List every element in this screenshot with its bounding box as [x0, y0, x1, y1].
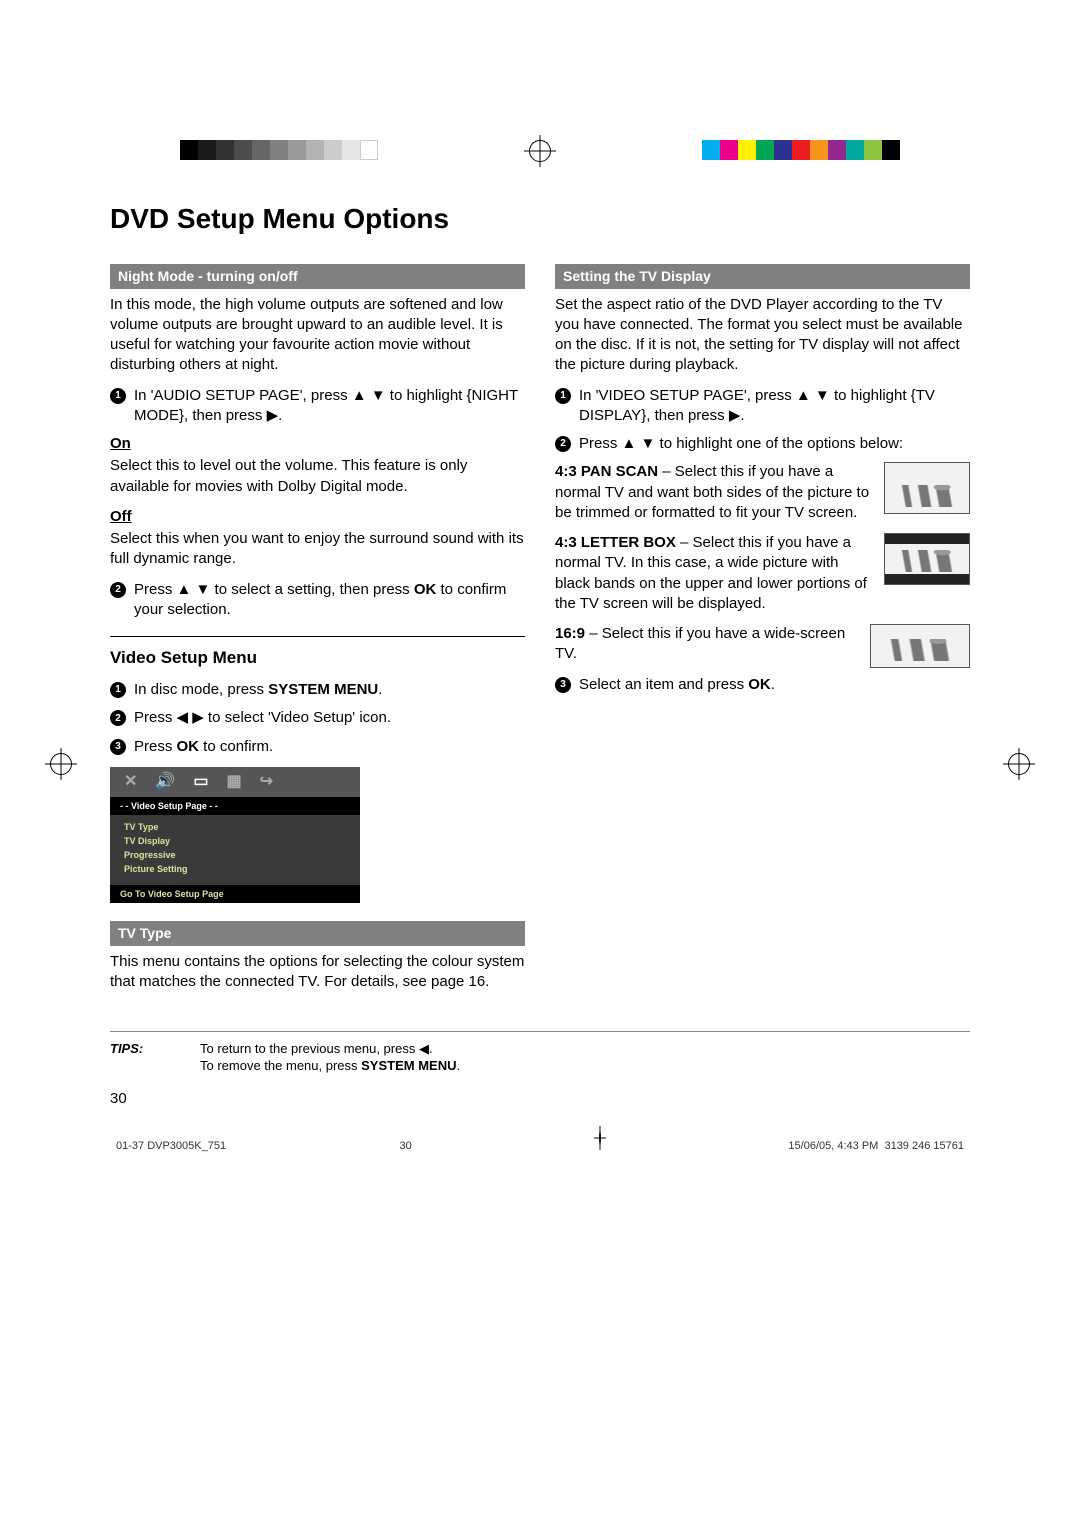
tvd3-a: Select an item and press	[579, 676, 748, 693]
tips1-a: To return to the previous menu, press	[200, 1041, 419, 1056]
night-step-2: 2 Press ▲ ▼ to select a setting, then pr…	[110, 580, 525, 621]
menu-body: TV Type TV Display Progressive Picture S…	[110, 815, 360, 885]
tvd3-b: .	[771, 676, 775, 693]
letterbox-illustration	[884, 533, 970, 585]
on-label: On	[110, 434, 525, 454]
exit-icon: ↪	[260, 771, 273, 793]
tvdisp-step-3: 3 Select an item and press OK.	[555, 675, 970, 695]
footer-file: 01-37 DVP3005K_751	[116, 1139, 226, 1154]
tools-icon: ✕	[124, 771, 137, 793]
letterbox-block: 4:3 LETTER BOX – Select this if you have…	[555, 533, 970, 624]
dash: –	[676, 534, 693, 551]
crosshair-bottom	[599, 1131, 601, 1146]
arrow-updown-icon: ▲ ▼	[352, 387, 386, 404]
tips2-a: To remove the menu, press	[200, 1058, 361, 1073]
vs1-a: In disc mode, press	[134, 681, 268, 698]
system-menu-label: SYSTEM MENU	[361, 1058, 456, 1073]
step-badge-1: 1	[555, 388, 571, 404]
wide-illustration	[870, 624, 970, 668]
off-text: Select this when you want to enjoy the s…	[110, 529, 525, 570]
grid-icon: ▦	[226, 771, 241, 793]
night-mode-intro: In this mode, the high volume outputs ar…	[110, 295, 525, 376]
section-tv-type: TV Type	[110, 921, 525, 946]
page-number: 30	[110, 1089, 970, 1109]
arrow-leftright-icon: ◀ ▶	[177, 709, 204, 726]
section-night-mode: Night Mode - turning on/off	[110, 264, 525, 289]
right-column: Setting the TV Display Set the aspect ra…	[555, 260, 970, 1003]
vs2-a: Press	[134, 709, 177, 726]
tv-type-text: This menu contains the options for selec…	[110, 952, 525, 993]
arrow-updown-icon: ▲ ▼	[177, 581, 211, 598]
tvd2-b: to highlight one of the options below:	[655, 435, 903, 452]
tips1-b: .	[429, 1041, 433, 1056]
menu-footer: Go To Video Setup Page	[110, 885, 360, 903]
footer-mid: 30	[399, 1139, 411, 1154]
video-step-3: 3 Press OK to confirm.	[110, 737, 525, 757]
tips-row: TIPS: To return to the previous menu, pr…	[110, 1031, 970, 1075]
vs3-a: Press	[134, 738, 177, 755]
vs1-c: .	[378, 681, 382, 698]
ok-label: OK	[748, 676, 771, 693]
footer-code: 3139 246 15761	[884, 1140, 964, 1152]
step-badge-2: 2	[110, 710, 126, 726]
night-step2-text-a: Press	[134, 581, 177, 598]
dash: –	[658, 463, 675, 480]
tvd2-a: Press	[579, 435, 622, 452]
panscan-block: 4:3 PAN SCAN – Select this if you have a…	[555, 462, 970, 533]
arrow-left-icon: ◀	[419, 1041, 429, 1056]
menu-item: TV Type	[124, 821, 346, 833]
tvd1-a: In 'VIDEO SETUP PAGE', press	[579, 387, 796, 404]
arrow-right-icon: ▶	[729, 407, 741, 424]
tvdisp-step-1: 1 In 'VIDEO SETUP PAGE', press ▲ ▼ to hi…	[555, 386, 970, 427]
menu-title: - - Video Setup Page - -	[110, 797, 360, 815]
tv-icon: ▭	[193, 771, 208, 793]
night-step1-text-a: In 'AUDIO SETUP PAGE', press	[134, 387, 352, 404]
arrow-updown-icon: ▲ ▼	[796, 387, 830, 404]
off-label: Off	[110, 507, 525, 527]
footer-meta: 01-37 DVP3005K_751 30 15/06/05, 4:43 PM …	[110, 1139, 970, 1154]
step-badge-2: 2	[555, 436, 571, 452]
night-step2-text-b: to select a setting, then press	[210, 581, 413, 598]
letterbox-label: 4:3 LETTER BOX	[555, 534, 676, 551]
tips-body: To return to the previous menu, press ◀.…	[200, 1040, 460, 1075]
step-badge-1: 1	[110, 682, 126, 698]
vs3-b: to confirm.	[199, 738, 273, 755]
video-setup-heading: Video Setup Menu	[110, 647, 525, 670]
tv-display-intro: Set the aspect ratio of the DVD Player a…	[555, 295, 970, 376]
tips2-b: .	[456, 1058, 460, 1073]
night-step-1: 1 In 'AUDIO SETUP PAGE', press ▲ ▼ to hi…	[110, 386, 525, 427]
panscan-label: 4:3 PAN SCAN	[555, 463, 658, 480]
ok-label: OK	[414, 581, 437, 598]
menu-item: TV Display	[124, 835, 346, 847]
video-step-2: 2 Press ◀ ▶ to select 'Video Setup' icon…	[110, 708, 525, 728]
menu-screenshot: ✕ 🔊 ▭ ▦ ↪ - - Video Setup Page - - TV Ty…	[110, 767, 360, 903]
page-title: DVD Setup Menu Options	[110, 200, 970, 238]
r169-block: 16:9 – Select this if you have a wide-sc…	[555, 624, 970, 675]
system-menu-label: SYSTEM MENU	[268, 681, 378, 698]
vs2-b: to select 'Video Setup' icon.	[204, 709, 391, 726]
step-badge-3: 3	[555, 677, 571, 693]
arrow-updown-icon: ▲ ▼	[622, 435, 656, 452]
tips-label: TIPS:	[110, 1040, 170, 1075]
panscan-illustration	[884, 462, 970, 514]
step-badge-2: 2	[110, 582, 126, 598]
dash: –	[585, 625, 602, 642]
step-badge-3: 3	[110, 739, 126, 755]
menu-iconbar: ✕ 🔊 ▭ ▦ ↪	[110, 767, 360, 797]
footer-date: 15/06/05, 4:43 PM	[788, 1140, 878, 1152]
section-tv-display: Setting the TV Display	[555, 264, 970, 289]
speaker-icon: 🔊	[155, 771, 175, 793]
video-step-1: 1 In disc mode, press SYSTEM MENU.	[110, 680, 525, 700]
ok-label: OK	[177, 738, 200, 755]
arrow-right-icon: ▶	[267, 407, 279, 424]
tvdisp-step-2: 2 Press ▲ ▼ to highlight one of the opti…	[555, 434, 970, 454]
menu-item: Picture Setting	[124, 863, 346, 875]
divider	[110, 636, 525, 637]
on-text: Select this to level out the volume. Thi…	[110, 456, 525, 497]
left-column: Night Mode - turning on/off In this mode…	[110, 260, 525, 1003]
r169-label: 16:9	[555, 625, 585, 642]
step-badge-1: 1	[110, 388, 126, 404]
menu-item: Progressive	[124, 849, 346, 861]
